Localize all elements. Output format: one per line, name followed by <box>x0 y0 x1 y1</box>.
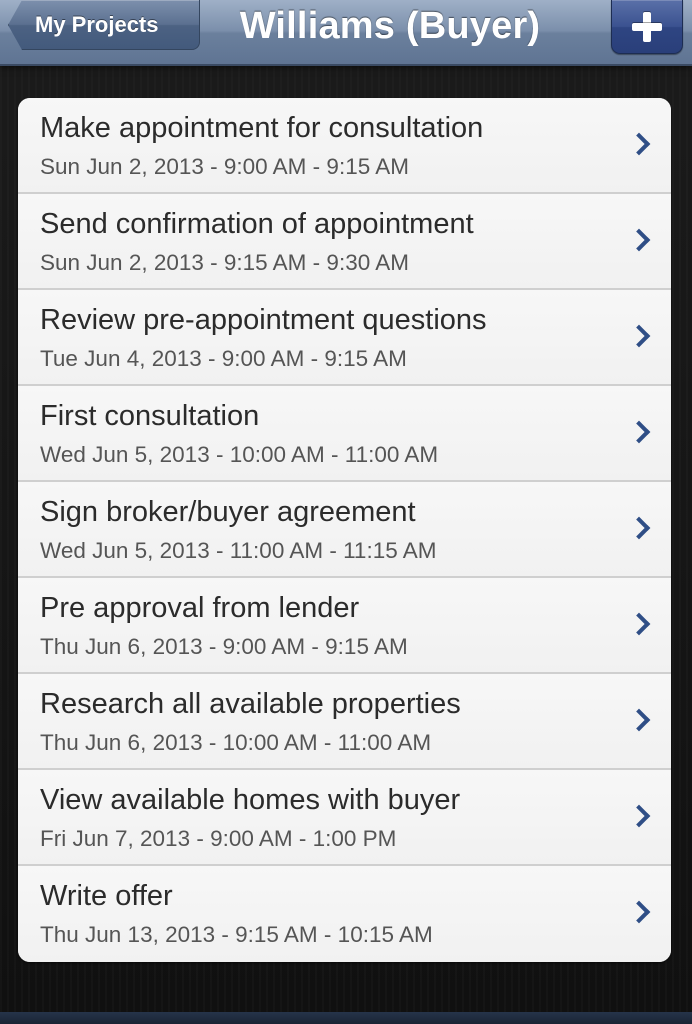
task-row[interactable]: View available homes with buyer Fri Jun … <box>18 770 671 866</box>
task-row[interactable]: Make appointment for consultation Sun Ju… <box>18 98 671 194</box>
task-title: First consultation <box>40 400 260 432</box>
task-row[interactable]: Research all available properties Thu Ju… <box>18 674 671 770</box>
task-row[interactable]: Review pre-appointment questions Tue Jun… <box>18 290 671 386</box>
task-time: Wed Jun 5, 2013 - 11:00 AM - 11:15 AM <box>40 538 437 563</box>
task-time: Sun Jun 2, 2013 - 9:15 AM - 9:30 AM <box>40 250 409 275</box>
chevron-right-icon <box>627 324 651 348</box>
chevron-right-icon <box>627 228 651 252</box>
task-time: Thu Jun 6, 2013 - 10:00 AM - 11:00 AM <box>40 730 432 755</box>
chevron-right-icon <box>627 900 651 924</box>
task-time: Tue Jun 4, 2013 - 9:00 AM - 9:15 AM <box>40 346 407 371</box>
task-time: Wed Jun 5, 2013 - 10:00 AM - 11:00 AM <box>40 442 439 467</box>
chevron-right-icon <box>627 708 651 732</box>
chevron-right-icon <box>627 420 651 444</box>
back-button-label: My Projects <box>35 11 159 37</box>
task-row[interactable]: Write offer Thu Jun 13, 2013 - 9:15 AM -… <box>18 866 671 962</box>
task-row[interactable]: First consultation Wed Jun 5, 2013 - 10:… <box>18 386 671 482</box>
task-time: Fri Jun 7, 2013 - 9:00 AM - 1:00 PM <box>40 826 397 851</box>
task-title: Review pre-appointment questions <box>40 304 487 336</box>
add-task-button[interactable] <box>611 0 683 54</box>
task-title: Write offer <box>40 880 173 912</box>
chevron-right-icon <box>627 612 651 636</box>
task-time: Sun Jun 2, 2013 - 9:00 AM - 9:15 AM <box>40 154 409 179</box>
task-title: Sign broker/buyer agreement <box>40 496 416 528</box>
task-title: Research all available properties <box>40 688 461 720</box>
chevron-right-icon <box>627 804 651 828</box>
plus-icon <box>632 11 662 42</box>
navigation-bar: My Projects Williams (Buyer) <box>0 0 692 66</box>
task-time: Thu Jun 13, 2013 - 9:15 AM - 10:15 AM <box>40 922 433 947</box>
task-title: Pre approval from lender <box>40 592 360 624</box>
task-list: Make appointment for consultation Sun Ju… <box>18 98 671 962</box>
chevron-right-icon <box>627 132 651 156</box>
task-time: Thu Jun 6, 2013 - 9:00 AM - 9:15 AM <box>40 634 408 659</box>
my-projects-back-button[interactable]: My Projects <box>8 0 200 50</box>
task-row[interactable]: Sign broker/buyer agreement Wed Jun 5, 2… <box>18 482 671 578</box>
chevron-right-icon <box>627 516 651 540</box>
bottom-toolbar-edge <box>0 1012 692 1024</box>
task-title: Send confirmation of appointment <box>40 208 474 240</box>
task-row[interactable]: Pre approval from lender Thu Jun 6, 2013… <box>18 578 671 674</box>
app-screen: My Projects Williams (Buyer) Make appoin… <box>0 0 692 1024</box>
page-title: Williams (Buyer) <box>239 4 541 47</box>
task-title: View available homes with buyer <box>40 784 461 816</box>
task-row[interactable]: Send confirmation of appointment Sun Jun… <box>18 194 671 290</box>
task-title: Make appointment for consultation <box>40 112 484 144</box>
